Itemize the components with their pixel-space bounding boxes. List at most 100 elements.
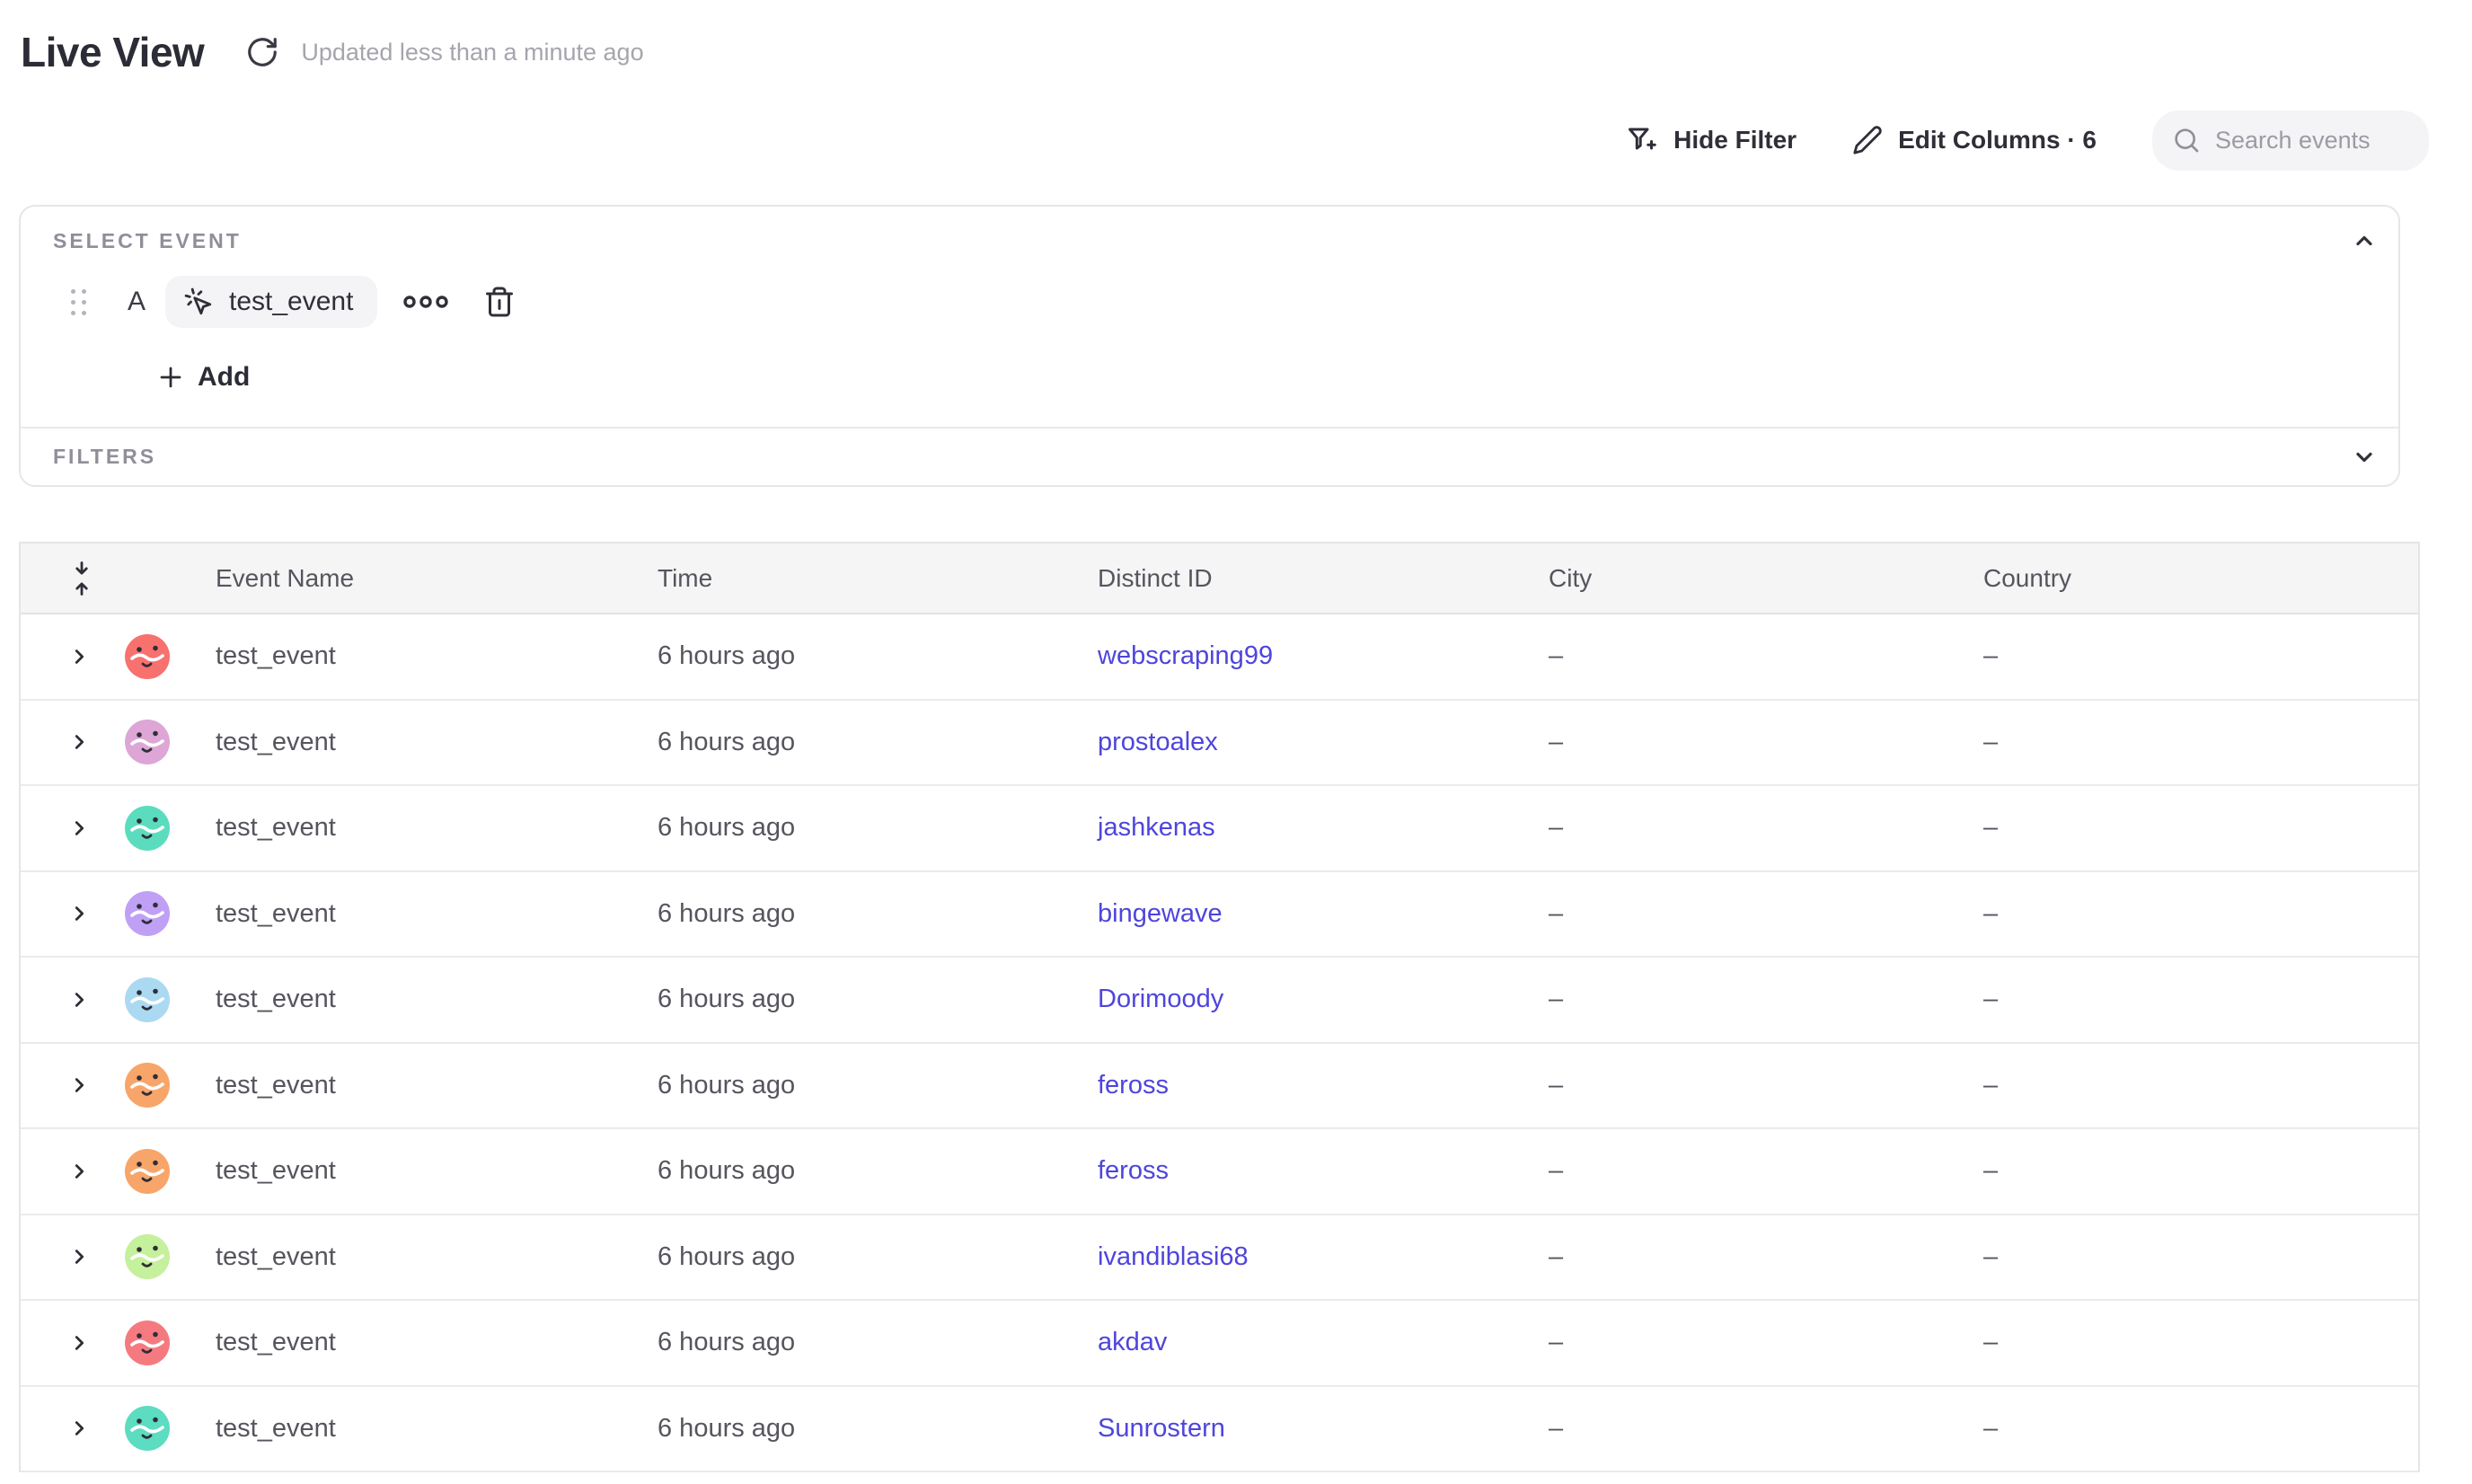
row-expand-chevron-icon[interactable] [69, 1418, 89, 1438]
distinct-id-link[interactable]: jashkenas [1098, 813, 1215, 842]
event-name-cell: test_event [216, 1328, 658, 1357]
row-expand-chevron-icon[interactable] [69, 647, 89, 667]
edit-columns-label: Edit Columns · 6 [1898, 126, 2097, 155]
country-cell: – [1983, 813, 2418, 843]
row-expand-chevron-icon[interactable] [69, 732, 89, 752]
event-name-cell: test_event [216, 985, 658, 1014]
table-row[interactable]: test_event 6 hours ago akdav – – [21, 1301, 2418, 1387]
expand-filters-button[interactable] [2352, 445, 2377, 470]
row-expand-chevron-icon[interactable] [69, 1162, 89, 1181]
pencil-icon [1852, 125, 1883, 155]
time-cell: 6 hours ago [658, 641, 1098, 671]
refresh-button[interactable] [245, 34, 281, 70]
chevron-up-icon [2352, 228, 2377, 253]
add-label: Add [198, 362, 250, 393]
select-event-label: SELECT EVENT [53, 229, 242, 253]
table-row[interactable]: test_event 6 hours ago jashkenas – – [21, 786, 2418, 872]
query-builder-card: SELECT EVENT A test_event Add [19, 205, 2400, 487]
search-input[interactable] [2215, 127, 2411, 155]
distinct-id-link[interactable]: Dorimoody [1098, 985, 1223, 1013]
toolbar: Hide Filter Edit Columns · 6 [0, 110, 2429, 171]
time-cell: 6 hours ago [658, 985, 1098, 1014]
row-expand-chevron-icon[interactable] [69, 990, 89, 1010]
table-row[interactable]: test_event 6 hours ago feross – – [21, 1044, 2418, 1130]
table-row[interactable]: test_event 6 hours ago Sunrostern – – [21, 1387, 2418, 1473]
country-cell: – [1983, 641, 2418, 671]
avatar [125, 1406, 170, 1451]
avatar-face [125, 720, 170, 764]
edit-columns-button[interactable]: Edit Columns · 6 [1852, 125, 2097, 155]
avatar-face [125, 977, 170, 1022]
avatar [125, 1321, 170, 1365]
cursor-click-icon [183, 287, 214, 317]
table-row[interactable]: test_event 6 hours ago prostoalex – – [21, 701, 2418, 787]
table-row[interactable]: test_event 6 hours ago bingewave – – [21, 872, 2418, 958]
hide-filter-label: Hide Filter [1673, 126, 1797, 155]
filters-label: FILTERS [53, 445, 156, 469]
distinct-id-link[interactable]: feross [1098, 1156, 1169, 1185]
drag-handle-icon[interactable] [71, 289, 86, 315]
distinct-id-link[interactable]: prostoalex [1098, 728, 1218, 756]
event-name-cell: test_event [216, 1242, 658, 1272]
column-header-country: Country [1983, 564, 2418, 593]
table-row[interactable]: test_event 6 hours ago ivandiblasi68 – – [21, 1215, 2418, 1302]
event-name-cell: test_event [216, 899, 658, 929]
event-chip[interactable]: test_event [165, 276, 377, 328]
search-box[interactable] [2152, 110, 2429, 171]
chevron-down-icon [2352, 445, 2377, 470]
table-row[interactable]: test_event 6 hours ago Dorimoody – – [21, 958, 2418, 1044]
city-cell: – [1549, 1242, 1983, 1272]
trash-icon [483, 286, 516, 318]
collapse-section-button[interactable] [2352, 228, 2377, 253]
city-cell: – [1549, 641, 1983, 671]
distinct-id-link[interactable]: bingewave [1098, 899, 1223, 928]
country-cell: – [1983, 1071, 2418, 1100]
select-event-section: SELECT EVENT A test_event Add [21, 207, 2398, 427]
distinct-id-link[interactable]: ivandiblasi68 [1098, 1242, 1249, 1271]
row-expand-chevron-icon[interactable] [69, 904, 89, 923]
hide-filter-button[interactable]: Hide Filter [1626, 124, 1797, 156]
city-cell: – [1549, 1156, 1983, 1186]
distinct-id-link[interactable]: akdav [1098, 1328, 1167, 1356]
title-bar: Live View Updated less than a minute ago [0, 0, 2472, 83]
avatar [125, 891, 170, 936]
country-cell: – [1983, 1328, 2418, 1357]
row-expand-chevron-icon[interactable] [69, 818, 89, 838]
avatar [125, 1234, 170, 1279]
page-title: Live View [21, 28, 204, 76]
filters-section: FILTERS [21, 428, 2398, 485]
row-expand-chevron-icon[interactable] [69, 1075, 89, 1095]
event-more-button[interactable] [402, 293, 449, 311]
time-cell: 6 hours ago [658, 1156, 1098, 1186]
collapse-rows-button[interactable] [69, 560, 94, 597]
plus-icon [157, 364, 184, 391]
row-expand-chevron-icon[interactable] [69, 1333, 89, 1353]
distinct-id-link[interactable]: webscraping99 [1098, 641, 1273, 670]
time-cell: 6 hours ago [658, 728, 1098, 757]
avatar-face [125, 1406, 170, 1451]
time-cell: 6 hours ago [658, 813, 1098, 843]
add-event-button[interactable]: Add [157, 358, 250, 397]
row-expand-chevron-icon[interactable] [69, 1247, 89, 1267]
country-cell: – [1983, 1242, 2418, 1272]
city-cell: – [1549, 899, 1983, 929]
ellipsis-icon [402, 293, 449, 311]
country-cell: – [1983, 899, 2418, 929]
avatar [125, 720, 170, 764]
avatar [125, 1063, 170, 1108]
event-name-cell: test_event [216, 728, 658, 757]
time-cell: 6 hours ago [658, 899, 1098, 929]
distinct-id-link[interactable]: feross [1098, 1071, 1169, 1100]
avatar [125, 634, 170, 679]
distinct-id-link[interactable]: Sunrostern [1098, 1414, 1225, 1443]
city-cell: – [1549, 1328, 1983, 1357]
table-row[interactable]: test_event 6 hours ago feross – – [21, 1129, 2418, 1215]
delete-event-button[interactable] [483, 286, 516, 318]
event-name-cell: test_event [216, 1156, 658, 1186]
event-name-cell: test_event [216, 1071, 658, 1100]
refresh-icon [245, 35, 279, 69]
avatar-face [125, 891, 170, 936]
avatar-face [125, 1234, 170, 1279]
table-row[interactable]: test_event 6 hours ago webscraping99 – – [21, 614, 2418, 701]
updated-text: Updated less than a minute ago [301, 39, 643, 66]
